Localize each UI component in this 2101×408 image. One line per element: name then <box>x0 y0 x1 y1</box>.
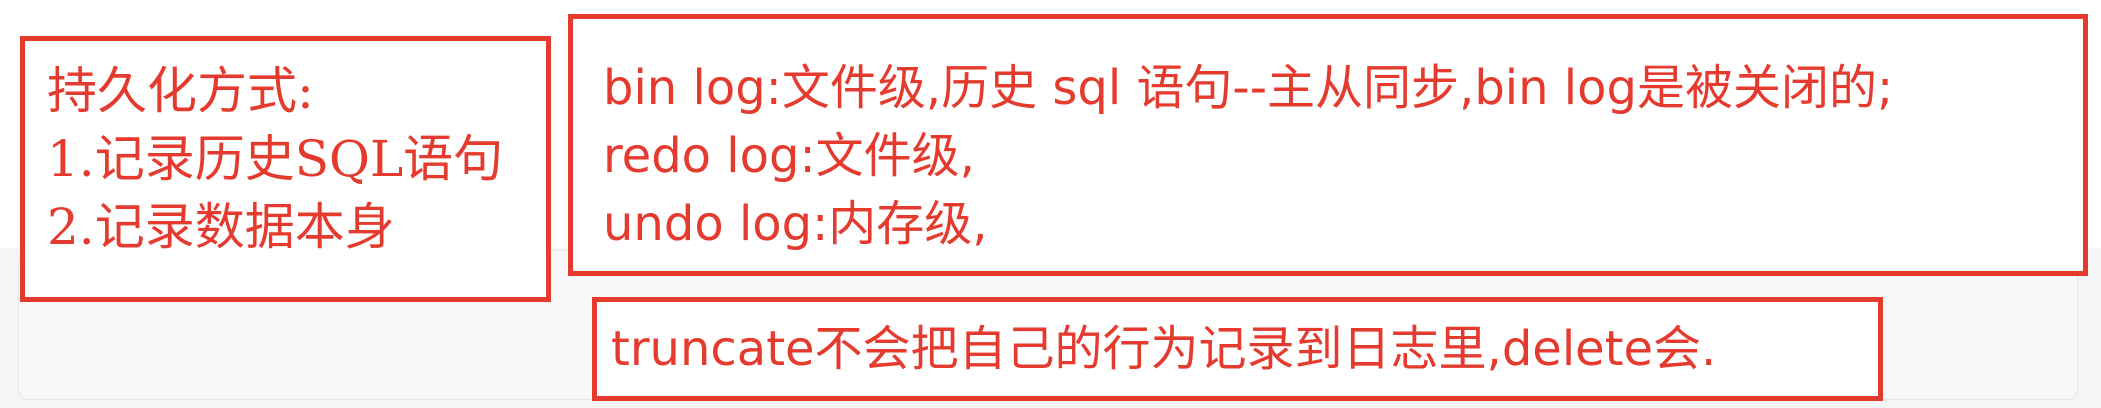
persistence-item-1: 1.记录历史SQL语句 <box>47 130 504 188</box>
persistence-note-box: 持久化方式: 1.记录历史SQL语句 2.记录数据本身 <box>20 36 551 302</box>
undolog-line: undo log:内存级, <box>603 196 988 252</box>
persistence-item-2: 2.记录数据本身 <box>47 198 395 256</box>
truncate-text: truncate不会把自己的行为记录到日志里,delete会. <box>611 321 1717 377</box>
redolog-line: redo log:文件级, <box>603 128 975 184</box>
truncate-note-box: truncate不会把自己的行为记录到日志里,delete会. <box>592 297 1883 401</box>
persistence-title: 持久化方式: <box>47 62 314 120</box>
binlog-line: bin log:文件级,历史 sql 语句--主从同步,bin log是被关闭的… <box>603 60 1894 116</box>
log-types-note-box: bin log:文件级,历史 sql 语句--主从同步,bin log是被关闭的… <box>568 14 2088 276</box>
